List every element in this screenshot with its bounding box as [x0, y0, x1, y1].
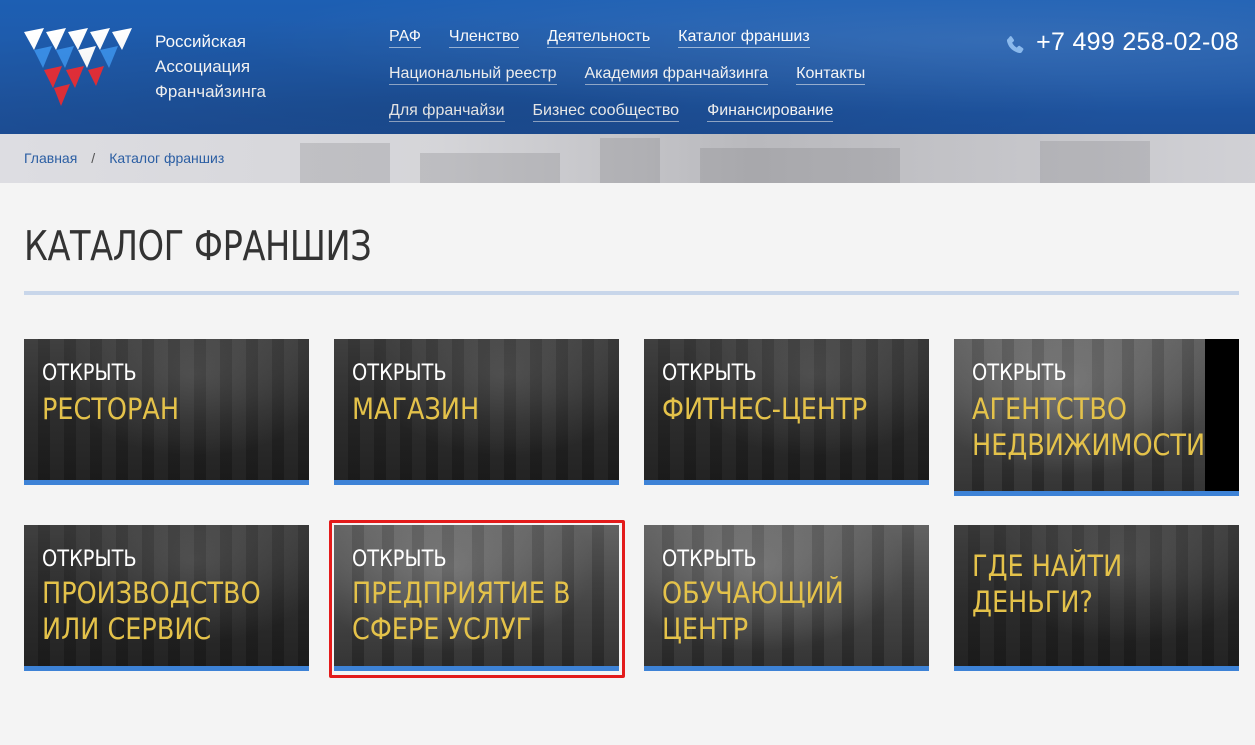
tile-title: ИЛИ СЕРВИС — [42, 612, 212, 646]
breadcrumb: Главная / Каталог франшиз — [24, 150, 224, 166]
phone-number: +7 499 258-02-08 — [1036, 28, 1239, 56]
tile-title: МАГАЗИН — [352, 392, 480, 426]
raf-logo-icon[interactable] — [24, 26, 136, 108]
breadcrumb-separator: / — [91, 150, 96, 166]
background-building-shape — [700, 148, 900, 183]
tile-top-label: ОТКРЫТЬ — [972, 361, 1067, 386]
background-building-shape — [1040, 141, 1150, 183]
tile-title: ОБУЧАЮЩИЙ — [662, 576, 844, 610]
nav-link-academy[interactable]: Академия франчайзинга — [584, 65, 769, 85]
tile-shop[interactable]: ОТКРЫТЬ МАГАЗИН — [334, 339, 619, 485]
page-title: КАТАЛОГ ФРАНШИЗ — [24, 222, 372, 270]
tile-where-to-find-money[interactable]: ГДЕ НАЙТИ ДЕНЬГИ? — [954, 525, 1239, 671]
breadcrumb-home[interactable]: Главная — [24, 150, 77, 166]
tile-title: ДЕНЬГИ? — [972, 585, 1093, 619]
tile-real-estate-agency[interactable]: ОТКРЫТЬ АГЕНТСТВО НЕДВИЖИМОСТИ — [954, 339, 1239, 496]
breadcrumb-current[interactable]: Каталог франшиз — [109, 150, 224, 166]
nav-link-national-registry[interactable]: Национальный реестр — [389, 65, 557, 85]
site-header: Российская Ассоциация Франчайзинга РАФ Ч… — [0, 0, 1255, 134]
background-building-shape — [420, 153, 560, 183]
breadcrumb-band: Главная / Каталог франшиз — [0, 134, 1255, 183]
tile-title: ЦЕНТР — [662, 612, 749, 646]
title-divider — [24, 291, 1239, 295]
tile-top-label: ОТКРЫТЬ — [662, 547, 757, 572]
tile-restaurant[interactable]: ОТКРЫТЬ РЕСТОРАН — [24, 339, 309, 485]
nav-row: РАФ Членство Деятельность Каталог франши… — [389, 28, 949, 65]
tile-title: РЕСТОРАН — [42, 392, 180, 426]
tile-training-center[interactable]: ОТКРЫТЬ ОБУЧАЮЩИЙ ЦЕНТР — [644, 525, 929, 671]
phone-icon — [1007, 35, 1024, 53]
logo-text[interactable]: Российская Ассоциация Франчайзинга — [155, 29, 266, 104]
selection-highlight — [329, 520, 625, 678]
nav-link-for-franchisees[interactable]: Для франчайзи — [389, 102, 505, 122]
header-phone[interactable]: +7 499 258-02-08 — [1004, 28, 1239, 57]
logo-line: Франчайзинга — [155, 82, 266, 101]
nav-link-business-community[interactable]: Бизнес сообщество — [532, 102, 680, 122]
nav-row: Для франчайзи Бизнес сообщество Финансир… — [389, 102, 949, 134]
nav-link-contacts[interactable]: Контакты — [796, 65, 866, 85]
tile-top-label: ОТКРЫТЬ — [662, 361, 757, 386]
tile-title: НЕДВИЖИМОСТИ — [972, 428, 1206, 462]
nav-link-raf[interactable]: РАФ — [389, 28, 421, 48]
tile-title: ПРОИЗВОДСТВО — [42, 576, 261, 610]
tile-top-label: ОТКРЫТЬ — [42, 547, 137, 572]
nav-row: Национальный реестр Академия франчайзинг… — [389, 65, 949, 102]
nav-link-catalog[interactable]: Каталог франшиз — [678, 28, 810, 48]
tile-title: ГДЕ НАЙТИ — [972, 549, 1123, 583]
nav-link-activity[interactable]: Деятельность — [547, 28, 651, 48]
tile-top-label: ОТКРЫТЬ — [352, 361, 447, 386]
main-nav: РАФ Членство Деятельность Каталог франши… — [389, 28, 949, 134]
logo-line: Российская — [155, 32, 247, 51]
logo-line: Ассоциация — [155, 57, 251, 76]
tile-fitness-center[interactable]: ОТКРЫТЬ ФИТНЕС-ЦЕНТР — [644, 339, 929, 485]
tile-production-or-service[interactable]: ОТКРЫТЬ ПРОИЗВОДСТВО ИЛИ СЕРВИС — [24, 525, 309, 671]
nav-link-membership[interactable]: Членство — [448, 28, 520, 48]
background-building-shape — [600, 138, 660, 183]
background-building-shape — [300, 143, 390, 183]
tile-title: АГЕНТСТВО — [972, 392, 1127, 426]
nav-link-financing[interactable]: Финансирование — [707, 102, 834, 122]
tile-top-label: ОТКРЫТЬ — [42, 361, 137, 386]
tile-title: ФИТНЕС-ЦЕНТР — [662, 392, 868, 426]
